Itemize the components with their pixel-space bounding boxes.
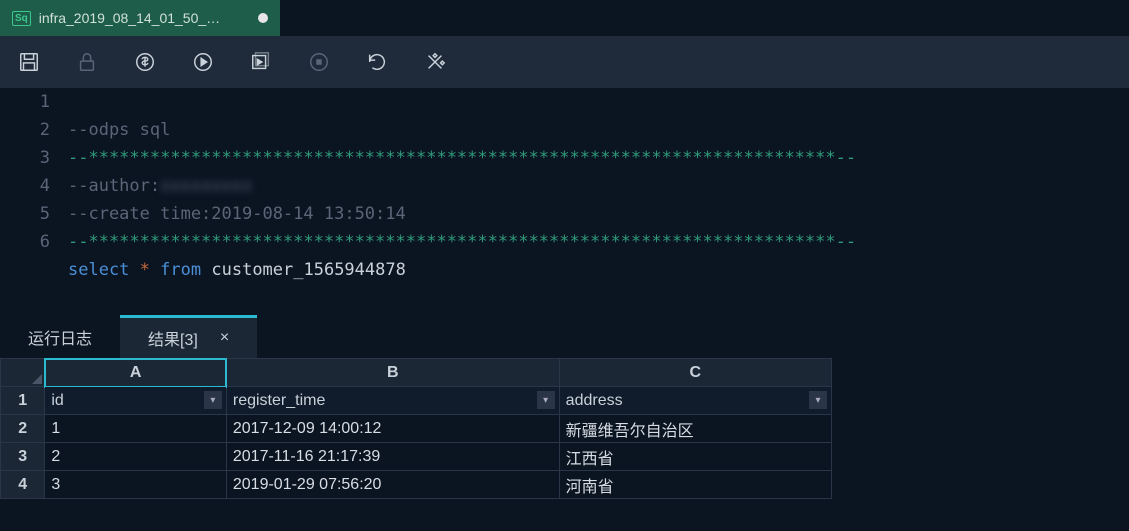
select-all-corner[interactable] xyxy=(1,359,45,387)
table-row: 2 1 2017-12-09 14:00:12 新疆维吾尔自治区 xyxy=(1,415,832,443)
field-header[interactable]: address▾ xyxy=(559,387,831,415)
code-content[interactable]: --odps sql --***************************… xyxy=(68,88,1129,314)
row-number[interactable]: 1 xyxy=(1,387,45,415)
file-tab-title: infra_2019_08_14_01_50_… xyxy=(39,10,220,26)
tab-run-log[interactable]: 运行日志 xyxy=(0,315,120,358)
code-line: --author:xxxxxxxxx xyxy=(68,176,252,196)
line-number: 3 xyxy=(0,144,50,172)
data-cell[interactable]: 河南省 xyxy=(559,471,831,499)
data-cell[interactable]: 新疆维吾尔自治区 xyxy=(559,415,831,443)
result-grid: A B C 1 id▾ register_time▾ address▾ 2 1 … xyxy=(0,358,1129,499)
data-cell[interactable]: 2 xyxy=(45,443,227,471)
column-letter-row: A B C xyxy=(1,359,832,387)
table-row: 3 2 2017-11-16 21:17:39 江西省 xyxy=(1,443,832,471)
chevron-down-icon[interactable]: ▾ xyxy=(537,391,555,409)
lock-button[interactable] xyxy=(76,51,98,73)
data-cell[interactable]: 2019-01-29 07:56:20 xyxy=(226,471,559,499)
file-tab-bar: Sq infra_2019_08_14_01_50_… xyxy=(0,0,1129,36)
chevron-down-icon[interactable]: ▾ xyxy=(809,391,827,409)
row-number[interactable]: 3 xyxy=(1,443,45,471)
tab-result[interactable]: 结果[3] × xyxy=(120,315,257,358)
close-icon[interactable]: × xyxy=(220,329,229,347)
result-tab-bar: 运行日志 结果[3] × xyxy=(0,314,1129,358)
format-button[interactable] xyxy=(424,51,446,73)
code-line: --**************************************… xyxy=(68,148,856,168)
data-cell[interactable]: 2017-12-09 14:00:12 xyxy=(226,415,559,443)
line-number: 4 xyxy=(0,172,50,200)
sql-file-icon: Sq xyxy=(12,11,31,26)
reload-button[interactable] xyxy=(366,51,388,73)
code-line: select * from customer_1565944878 xyxy=(68,260,406,280)
line-number: 2 xyxy=(0,116,50,144)
cost-estimate-button[interactable] xyxy=(134,51,156,73)
row-number[interactable]: 2 xyxy=(1,415,45,443)
line-number: 1 xyxy=(0,88,50,116)
run-button[interactable] xyxy=(192,51,214,73)
line-number: 5 xyxy=(0,200,50,228)
data-cell[interactable]: 2017-11-16 21:17:39 xyxy=(226,443,559,471)
field-header[interactable]: id▾ xyxy=(45,387,227,415)
table-row: 4 3 2019-01-29 07:56:20 河南省 xyxy=(1,471,832,499)
run-section-button[interactable] xyxy=(250,51,272,73)
line-number: 6 xyxy=(0,228,50,256)
column-header[interactable]: B xyxy=(226,359,559,387)
unsaved-indicator-icon xyxy=(258,13,268,23)
line-number-gutter: 1 2 3 4 5 6 xyxy=(0,88,68,314)
field-header[interactable]: register_time▾ xyxy=(226,387,559,415)
code-line: --create time:2019-08-14 13:50:14 xyxy=(68,204,406,224)
tab-label: 结果[3] xyxy=(148,326,198,350)
editor-toolbar xyxy=(0,36,1129,88)
table-row: 1 id▾ register_time▾ address▾ xyxy=(1,387,832,415)
tab-label: 运行日志 xyxy=(28,325,92,349)
row-number[interactable]: 4 xyxy=(1,471,45,499)
chevron-down-icon[interactable]: ▾ xyxy=(204,391,222,409)
column-header[interactable]: A xyxy=(45,359,227,387)
stop-button[interactable] xyxy=(308,51,330,73)
code-line: --**************************************… xyxy=(68,232,856,252)
code-editor[interactable]: 1 2 3 4 5 6 --odps sql --***************… xyxy=(0,88,1129,314)
code-line: --odps sql xyxy=(68,120,170,140)
file-tab[interactable]: Sq infra_2019_08_14_01_50_… xyxy=(0,0,280,36)
data-cell[interactable]: 江西省 xyxy=(559,443,831,471)
save-button[interactable] xyxy=(18,51,40,73)
column-header[interactable]: C xyxy=(559,359,831,387)
data-cell[interactable]: 1 xyxy=(45,415,227,443)
data-cell[interactable]: 3 xyxy=(45,471,227,499)
